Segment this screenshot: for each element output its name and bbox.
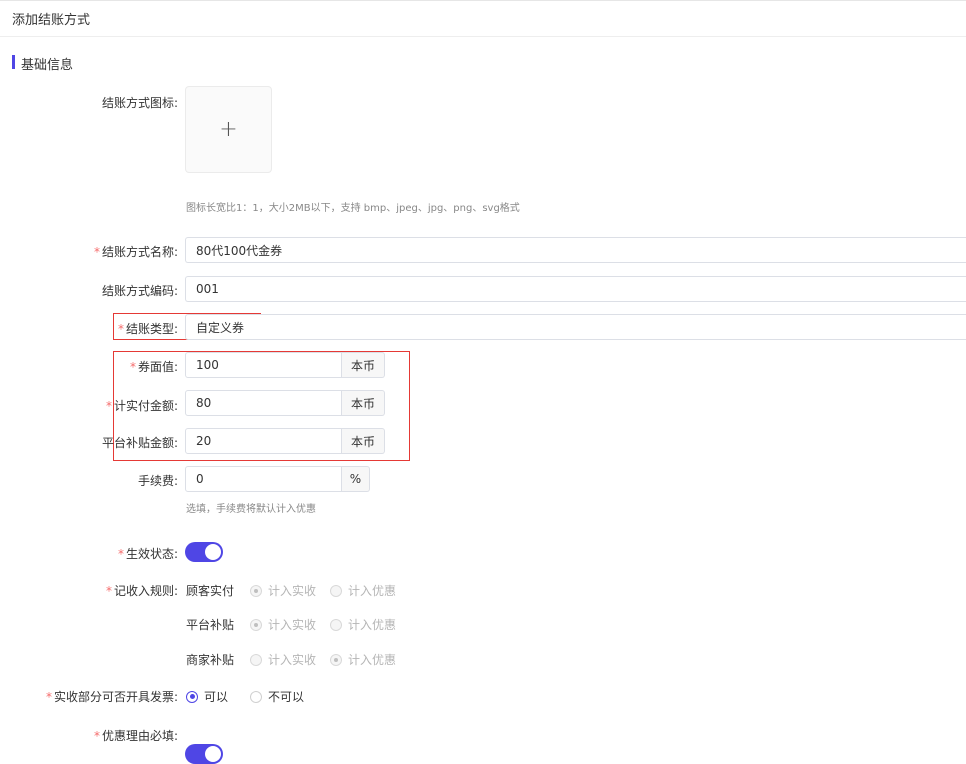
fee-label: 手续费: xyxy=(137,474,178,488)
top-border xyxy=(0,0,966,1)
face-value-label-text: 券面值: xyxy=(137,360,178,374)
income-row-platform: 平台补贴 计入实收 计入优惠 xyxy=(186,616,396,633)
actual-pay-group: 80 本币 xyxy=(185,390,385,416)
name-input[interactable]: 80代100代金券 xyxy=(185,237,966,263)
required-star: * xyxy=(105,584,112,598)
icon-hint: 图标长宽比1：1，大小2MB以下，支持 bmp、jpeg、jpg、png、svg… xyxy=(186,203,520,214)
radio-invoice-yes[interactable] xyxy=(186,690,198,703)
radio-invoice-no[interactable] xyxy=(250,690,263,703)
icon-upload-box[interactable]: + xyxy=(185,86,272,173)
platform-subsidy-label: 平台补贴金额: xyxy=(101,436,178,450)
required-star: * xyxy=(45,690,52,704)
type-label-text: 结账类型: xyxy=(125,322,178,336)
platform-subsidy-unit: 本币 xyxy=(342,428,385,454)
fee-unit: % xyxy=(342,466,370,492)
status-label-text: 生效状态: xyxy=(125,547,178,561)
radio-label: 可以 xyxy=(204,690,229,704)
type-select[interactable]: 自定义券 xyxy=(185,314,966,340)
radio-label: 不可以 xyxy=(268,690,305,704)
required-star: * xyxy=(105,399,112,413)
radio-platform-discount[interactable] xyxy=(330,618,343,631)
income-rule-label-text: 记收入规则: xyxy=(113,584,178,598)
income-row-title: 商家补贴 xyxy=(186,653,235,667)
required-star: * xyxy=(117,322,124,336)
actual-pay-label: * 计实付金额: xyxy=(106,397,178,414)
radio-label: 计入优惠 xyxy=(348,584,397,598)
page-title: 添加结账方式 xyxy=(12,13,91,28)
radio-platform-actual[interactable] xyxy=(250,618,262,631)
type-label: * 结账类型: xyxy=(118,320,178,337)
toggle-knob xyxy=(205,746,221,762)
fee-hint: 选填，手续费将默认计入优惠 xyxy=(186,504,316,515)
status-toggle[interactable] xyxy=(185,542,223,562)
face-value-label: * 券面值: xyxy=(130,358,178,375)
radio-label: 计入实收 xyxy=(268,653,317,667)
fee-input[interactable]: 0 xyxy=(185,466,342,492)
radio-label: 计入优惠 xyxy=(348,653,397,667)
radio-customer-discount[interactable] xyxy=(330,584,343,597)
code-label: 结账方式编码: xyxy=(101,284,178,298)
radio-label: 计入优惠 xyxy=(348,618,397,632)
required-star: * xyxy=(93,245,100,259)
name-label-text: 结账方式名称: xyxy=(101,245,178,259)
section-title: 基础信息 xyxy=(21,58,74,73)
radio-label: 计入实收 xyxy=(268,618,317,632)
invoice-label-text: 实收部分可否开具发票: xyxy=(53,690,178,704)
platform-subsidy-group: 20 本币 xyxy=(185,428,385,454)
face-value-input[interactable]: 100 xyxy=(185,352,342,378)
section-accent-bar xyxy=(12,55,15,69)
radio-merchant-actual[interactable] xyxy=(250,653,262,666)
invoice-label: * 实收部分可否开具发票: xyxy=(46,688,178,705)
invoice-options: 可以 不可以 xyxy=(186,688,304,705)
income-row-title: 顾客实付 xyxy=(186,584,235,598)
income-row-customer: 顾客实付 计入实收 计入优惠 xyxy=(186,582,396,599)
reason-label-text: 优惠理由必填: xyxy=(101,729,178,743)
name-label: * 结账方式名称: xyxy=(94,243,178,260)
required-star: * xyxy=(93,729,100,743)
actual-pay-input[interactable]: 80 xyxy=(185,390,342,416)
plus-icon: + xyxy=(219,116,238,142)
radio-customer-actual[interactable] xyxy=(250,584,262,597)
radio-merchant-discount[interactable] xyxy=(330,653,343,666)
radio-label: 计入实收 xyxy=(268,584,317,598)
required-star: * xyxy=(129,360,136,374)
face-value-unit: 本币 xyxy=(342,352,385,378)
platform-subsidy-input[interactable]: 20 xyxy=(185,428,342,454)
income-row-merchant: 商家补贴 计入实收 计入优惠 xyxy=(186,651,396,668)
status-label: * 生效状态: xyxy=(118,545,178,562)
code-input[interactable]: 001 xyxy=(185,276,966,302)
face-value-group: 100 本币 xyxy=(185,352,385,378)
icon-label: 结账方式图标: xyxy=(101,96,178,110)
header-divider xyxy=(0,36,966,37)
required-star: * xyxy=(117,547,124,561)
income-row-title: 平台补贴 xyxy=(186,618,235,632)
reason-toggle[interactable] xyxy=(185,744,223,764)
reason-label: * 优惠理由必填: xyxy=(94,727,178,744)
fee-group: 0 % xyxy=(185,466,370,492)
toggle-knob xyxy=(205,544,221,560)
income-rule-label: * 记收入规则: xyxy=(106,582,178,599)
actual-pay-label-text: 计实付金额: xyxy=(113,399,178,413)
actual-pay-unit: 本币 xyxy=(342,390,385,416)
